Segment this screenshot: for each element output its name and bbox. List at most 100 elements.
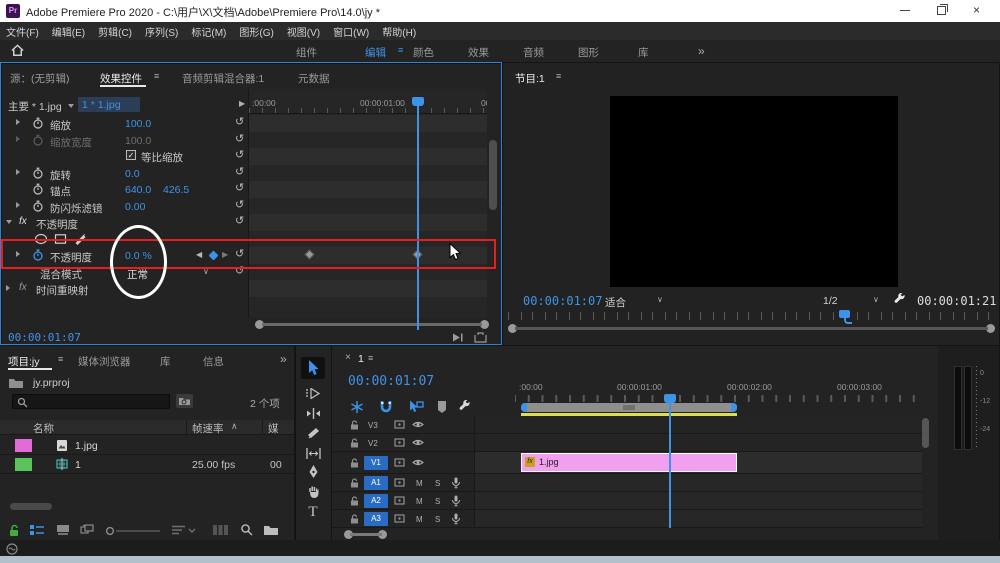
timeline-settings-wrench-icon[interactable] xyxy=(458,400,471,413)
ec-time-ruler[interactable]: :00:00 00:00:01:00 00 xyxy=(249,96,487,114)
hand-tool[interactable] xyxy=(303,483,323,501)
sort-icon[interactable] xyxy=(172,525,196,535)
program-timecode[interactable]: 00:00:01:07 xyxy=(523,294,602,308)
reset-param-icon[interactable]: ↺ xyxy=(235,183,244,194)
lock-icon[interactable] xyxy=(350,514,359,524)
workspace-tab-graphics[interactable]: 图形 xyxy=(578,45,599,60)
chevron-right-icon[interactable] xyxy=(16,202,20,208)
zoom-handle-left[interactable] xyxy=(521,403,527,412)
pen-tool[interactable] xyxy=(303,463,323,481)
reset-effect-icon[interactable]: ↺ xyxy=(235,216,244,227)
effect-section-label[interactable]: 时间重映射 xyxy=(36,283,89,298)
reset-param-icon[interactable]: ↺ xyxy=(235,200,244,211)
stopwatch-icon[interactable] xyxy=(32,167,44,179)
list-view-icon[interactable] xyxy=(30,525,45,536)
workspace-tab-audio[interactable]: 音频 xyxy=(523,45,544,60)
mic-icon[interactable] xyxy=(451,495,461,507)
close-button[interactable]: × xyxy=(973,3,980,17)
mute-button[interactable]: M xyxy=(416,497,423,506)
menu-help[interactable]: 帮助(H) xyxy=(382,24,416,39)
workspace-tab-color[interactable]: 颜色 xyxy=(413,45,434,60)
menu-sequence[interactable]: 序列(S) xyxy=(145,24,178,39)
tab-info[interactable]: 信息 xyxy=(203,354,224,369)
track-select-forward-tool[interactable] xyxy=(303,384,323,402)
nest-toggle-icon[interactable] xyxy=(350,400,364,414)
selection-tool[interactable] xyxy=(303,359,323,377)
mute-button[interactable]: M xyxy=(416,515,423,524)
workspace-tab-effects[interactable]: 效果 xyxy=(468,45,489,60)
track-label-v3[interactable]: V3 xyxy=(368,421,378,430)
effect-section-label[interactable]: 不透明度 xyxy=(36,217,78,232)
slip-tool[interactable] xyxy=(303,444,323,462)
solo-button[interactable]: S xyxy=(435,497,440,506)
track-content-a3[interactable] xyxy=(475,510,922,528)
lock-icon[interactable] xyxy=(350,496,359,506)
workspace-tab-libraries[interactable]: 库 xyxy=(638,45,649,60)
opacity-value[interactable]: 0.0 % xyxy=(125,250,152,262)
stopwatch-icon[interactable] xyxy=(32,134,44,146)
mute-button[interactable]: M xyxy=(416,479,423,488)
sort-ascending-icon[interactable]: ∧ xyxy=(231,421,238,432)
tab-effect-controls[interactable]: 效果控件 xyxy=(100,71,142,86)
tab-media-browser[interactable]: 媒体浏览器 xyxy=(78,354,131,369)
project-writable-lock-icon[interactable] xyxy=(8,524,20,537)
label-color-swatch[interactable] xyxy=(15,439,32,452)
project-hscrollbar[interactable] xyxy=(10,503,52,510)
program-panel-menu-icon[interactable]: ≡ xyxy=(556,71,561,81)
timeline-zoom-scrollbar[interactable] xyxy=(521,403,737,412)
track-content-a1[interactable] xyxy=(475,474,922,492)
sync-lock-icon[interactable] xyxy=(394,496,405,505)
pen-mask-icon[interactable] xyxy=(74,232,87,245)
timeline-playhead-line[interactable] xyxy=(669,398,671,528)
ec-playhead-line[interactable] xyxy=(417,98,419,330)
snap-magnet-icon[interactable] xyxy=(379,400,393,414)
tab-libraries[interactable]: 库 xyxy=(160,354,171,369)
freeform-view-icon[interactable] xyxy=(80,524,95,536)
menu-clip[interactable]: 剪辑(C) xyxy=(98,24,132,39)
audio-meter[interactable]: 0 -12 -24 xyxy=(950,364,998,454)
timeline-timecode[interactable]: 00:00:01:07 xyxy=(348,374,434,389)
sync-lock-icon[interactable] xyxy=(394,514,405,523)
home-icon[interactable] xyxy=(10,43,25,58)
timeline-tab-close-icon[interactable]: × xyxy=(345,352,351,363)
blend-mode-dropdown-icon[interactable]: ∨ xyxy=(203,267,209,276)
track-content-v3[interactable] xyxy=(475,416,922,434)
program-zoom-dropdown-icon[interactable]: ∨ xyxy=(873,295,879,304)
program-zoom-select[interactable]: 1/2 xyxy=(823,295,838,307)
program-settings-wrench-icon[interactable] xyxy=(893,293,906,306)
ripple-edit-tool[interactable] xyxy=(303,404,323,422)
timeline-vscrollbar[interactable] xyxy=(922,418,929,448)
solo-button[interactable]: S xyxy=(435,479,440,488)
track-target-a2[interactable]: A2 xyxy=(364,494,388,508)
menu-edit[interactable]: 编辑(E) xyxy=(52,24,85,39)
menu-window[interactable]: 窗口(W) xyxy=(333,24,369,39)
column-divider[interactable] xyxy=(186,420,187,435)
program-mini-ruler[interactable] xyxy=(508,312,995,320)
chevron-right-icon[interactable] xyxy=(6,285,10,291)
master-clip-label[interactable]: 主要 * 1.jpg xyxy=(8,99,62,114)
search-bin-button[interactable] xyxy=(176,394,193,408)
ec-timecode[interactable]: 00:00:01:07 xyxy=(8,331,81,344)
project-row-sequence[interactable]: 1 25.00 fps 00 xyxy=(0,455,294,474)
track-output-eye-icon[interactable] xyxy=(412,420,424,429)
ec-play-icon[interactable] xyxy=(452,333,464,342)
blend-mode-value[interactable]: 正常 xyxy=(127,267,148,282)
tab-metadata[interactable]: 元数据 xyxy=(298,71,330,86)
column-header-name[interactable]: 名称 xyxy=(33,421,54,436)
mic-icon[interactable] xyxy=(451,513,461,525)
track-label-v2[interactable]: V2 xyxy=(368,439,378,448)
automate-to-sequence-icon[interactable] xyxy=(212,524,229,536)
item-name[interactable]: 1.jpg xyxy=(75,440,98,452)
track-content-a2[interactable] xyxy=(475,492,922,510)
thumbnail-zoom-slider[interactable] xyxy=(106,527,162,535)
menu-graphics[interactable]: 图形(G) xyxy=(239,24,273,39)
lock-icon[interactable] xyxy=(350,420,359,430)
creative-cloud-sync-icon[interactable] xyxy=(6,543,18,555)
ec-vertical-scrollbar[interactable] xyxy=(489,140,497,210)
param-value[interactable]: 100.0 xyxy=(125,118,151,130)
timeline-zoom-bar[interactable] xyxy=(350,533,382,536)
reset-param-icon[interactable]: ↺ xyxy=(235,249,244,260)
column-header-framerate[interactable]: 帧速率 xyxy=(192,421,224,436)
chevron-right-icon[interactable] xyxy=(16,119,20,125)
lock-icon[interactable] xyxy=(350,458,359,468)
